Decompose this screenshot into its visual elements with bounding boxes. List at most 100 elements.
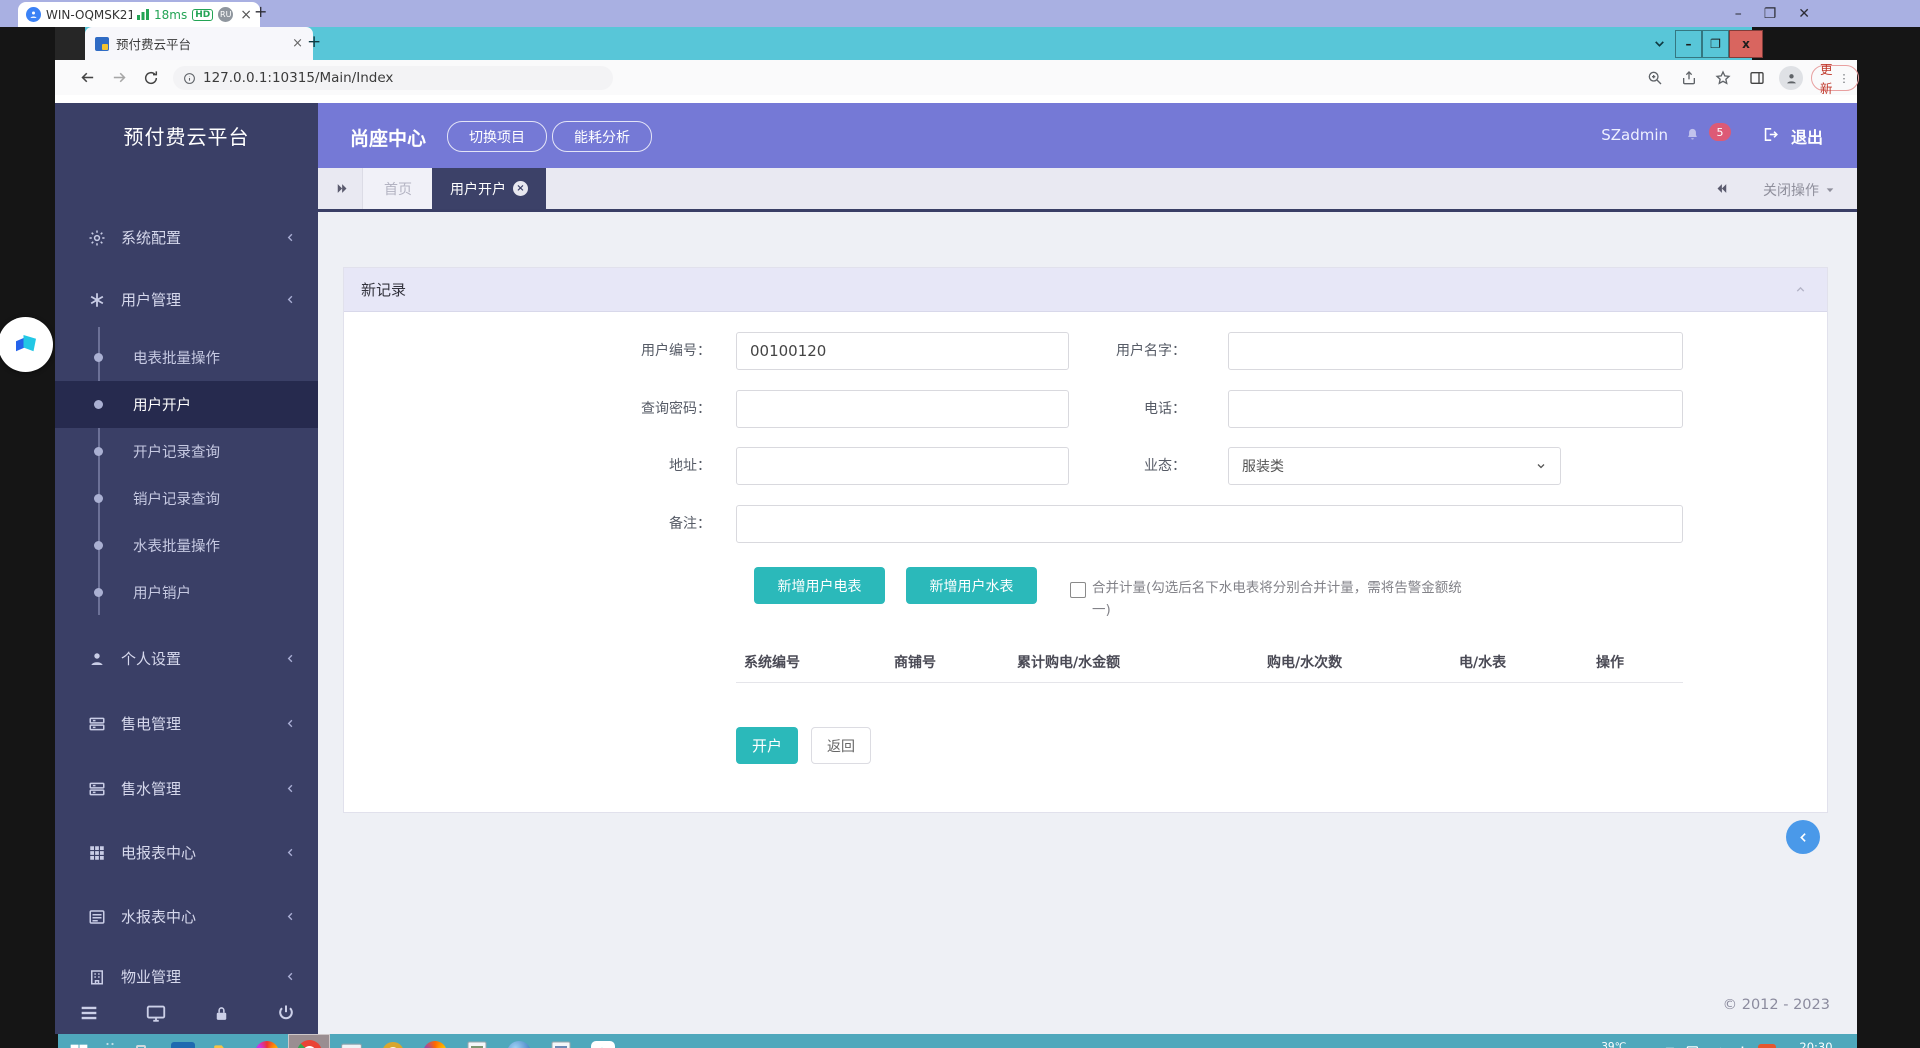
color-swirl-app-icon[interactable]: [246, 1034, 288, 1048]
remote-tab-close-icon[interactable]: ×: [240, 7, 252, 23]
col-shop-no: 商铺号: [894, 652, 936, 672]
browser-update-button[interactable]: 更新 ⋮: [1811, 65, 1859, 91]
chrome-icon[interactable]: [288, 1034, 330, 1048]
user-name-input[interactable]: [1228, 332, 1683, 370]
url-bar[interactable]: 127.0.0.1:10315/Main/Index: [173, 66, 613, 90]
sidebar-item-label: 水报表中心: [121, 906, 196, 927]
remark-label: 备注：: [561, 505, 711, 543]
list-icon: [88, 715, 106, 733]
clock-block[interactable]: 20:30 2023/3/15: [1785, 1041, 1847, 1048]
client-close-button[interactable]: ✕: [1798, 7, 1810, 21]
server-manager-icon[interactable]: [120, 1034, 162, 1048]
bell-icon[interactable]: [1685, 127, 1700, 142]
signal-bars-icon: [137, 9, 149, 20]
browser-new-tab-button[interactable]: +: [307, 32, 321, 52]
sidebar-item-open-account-records[interactable]: 开户记录查询: [55, 428, 318, 475]
tab-user-open-account[interactable]: 用户开户 ×: [432, 168, 546, 209]
document-app-icon[interactable]: [540, 1034, 582, 1048]
switch-project-button[interactable]: 切换项目: [447, 121, 547, 152]
start-button[interactable]: [58, 1034, 100, 1048]
logout-label[interactable]: 退出: [1791, 124, 1823, 148]
browser-tab[interactable]: 预付费云平台 ×: [85, 27, 313, 60]
forward-icon[interactable]: [111, 69, 128, 86]
tab-home[interactable]: 首页: [362, 168, 434, 209]
logout-icon[interactable]: [1762, 126, 1779, 143]
sogou-icon[interactable]: S: [1758, 1044, 1776, 1048]
sidebar-item-close-account-records[interactable]: 销户记录查询: [55, 475, 318, 522]
sidebar-item-electricity-sales[interactable]: 售电管理: [55, 700, 318, 747]
todesk-floating-ball[interactable]: [0, 317, 53, 372]
file-explorer-icon[interactable]: [204, 1034, 246, 1048]
titlebar-chevron-down-icon[interactable]: [1653, 37, 1666, 50]
energy-analysis-button[interactable]: 能耗分析: [552, 121, 652, 152]
phone-input[interactable]: [1228, 390, 1683, 428]
sidebar-item-user-close-account[interactable]: 用户销户: [55, 569, 318, 616]
bullet-dot-icon: [94, 400, 103, 409]
reload-icon[interactable]: [143, 70, 159, 86]
business-type-label: 业态：: [1036, 447, 1186, 485]
address-input[interactable]: [736, 447, 1069, 485]
client-minimize-button[interactable]: –: [1735, 7, 1742, 21]
add-electric-meter-button[interactable]: 新增用户电表: [754, 567, 885, 604]
close-operations-dropdown[interactable]: 关闭操作: [1763, 180, 1835, 200]
todesk-app-icon[interactable]: [582, 1034, 624, 1048]
scroll-tabs-left-icon[interactable]: [334, 181, 349, 196]
add-water-meter-button[interactable]: 新增用户水表: [906, 567, 1037, 604]
col-total-purchase-amount: 累计购电/水金额: [1017, 652, 1120, 672]
tab-close-icon[interactable]: ×: [513, 181, 528, 196]
monitor-icon[interactable]: [145, 1002, 167, 1024]
sidebar-item-user-management[interactable]: 用户管理: [55, 276, 318, 323]
sidebar-item-water-sales[interactable]: 售水管理: [55, 765, 318, 812]
query-password-input[interactable]: [736, 390, 1069, 428]
remote-new-tab-button[interactable]: +: [254, 2, 267, 21]
remote-session-tab[interactable]: WIN-OQMSK21... 18ms HD RU ×: [18, 2, 260, 27]
collapse-chevron-icon[interactable]: [1794, 283, 1807, 296]
user-no-input[interactable]: [736, 332, 1069, 370]
profile-avatar[interactable]: [1779, 66, 1803, 90]
open-account-button[interactable]: 开户: [736, 727, 798, 764]
floating-panel-handle[interactable]: [1786, 820, 1820, 854]
zoom-icon[interactable]: [1647, 70, 1663, 86]
ime-indicator[interactable]: 中: [1736, 1043, 1749, 1048]
lock-icon[interactable]: [212, 1004, 231, 1023]
side-panel-icon[interactable]: [1749, 70, 1765, 86]
window-minimize-button[interactable]: –: [1675, 30, 1702, 58]
business-type-select[interactable]: 服装类: [1228, 447, 1561, 485]
back-icon[interactable]: [79, 69, 96, 86]
notepad-app-icon[interactable]: [456, 1034, 498, 1048]
scroll-tabs-right-icon[interactable]: [1715, 181, 1730, 196]
address-label: 地址：: [561, 447, 711, 485]
sidebar-item-electric-report-center[interactable]: 电报表中心: [55, 829, 318, 876]
logged-in-username[interactable]: SZadmin: [1601, 126, 1668, 144]
sidebar-item-water-meter-batch-ops[interactable]: 水表批量操作: [55, 522, 318, 569]
bookmark-star-icon[interactable]: [1715, 70, 1731, 86]
window-restore-button[interactable]: ❐: [1702, 30, 1729, 58]
window-titlebar[interactable]: 预付费云平台 × + – ❐ x: [55, 27, 1752, 60]
power-icon[interactable]: [276, 1003, 296, 1023]
remark-input[interactable]: [736, 505, 1683, 543]
window-close-button[interactable]: x: [1729, 30, 1763, 58]
merge-metering-checkbox[interactable]: [1070, 582, 1086, 598]
sidebar-item-user-open-account[interactable]: 用户开户: [55, 381, 318, 428]
sidebar-item-system-config[interactable]: 系统配置: [55, 214, 318, 261]
clock-time: 20:30: [1785, 1041, 1847, 1048]
client-restore-button[interactable]: ❐: [1764, 7, 1777, 21]
remote-client-titlebar: WIN-OQMSK21... 18ms HD RU × + – ❐ ✕: [0, 0, 1920, 27]
sidebar-item-water-report-center[interactable]: 水报表中心: [55, 893, 318, 940]
notification-badge[interactable]: 5: [1709, 123, 1731, 141]
chevron-left-icon: [285, 911, 296, 922]
share-icon[interactable]: [1681, 70, 1697, 86]
admin-tools-sphere-icon[interactable]: ✕: [498, 1034, 540, 1048]
browser-tab-close-icon[interactable]: ×: [292, 36, 303, 51]
url-text[interactable]: 127.0.0.1:10315/Main/Index: [203, 70, 393, 86]
user-no-label: 用户编号：: [561, 332, 711, 370]
back-button[interactable]: 返回: [811, 727, 871, 764]
menu-dots-icon[interactable]: ⋮: [1839, 72, 1850, 85]
colorful-bird-app-icon[interactable]: [414, 1034, 456, 1048]
sidebar-item-personal-settings[interactable]: 个人设置: [55, 635, 318, 682]
sidebar-item-meter-batch-ops[interactable]: 电表批量操作: [55, 334, 318, 381]
gold-gear-app-icon[interactable]: [372, 1034, 414, 1048]
hamburger-menu-icon[interactable]: [78, 1002, 100, 1024]
monitor-app-icon[interactable]: [330, 1034, 372, 1048]
powershell-icon[interactable]: ›_: [162, 1034, 204, 1048]
